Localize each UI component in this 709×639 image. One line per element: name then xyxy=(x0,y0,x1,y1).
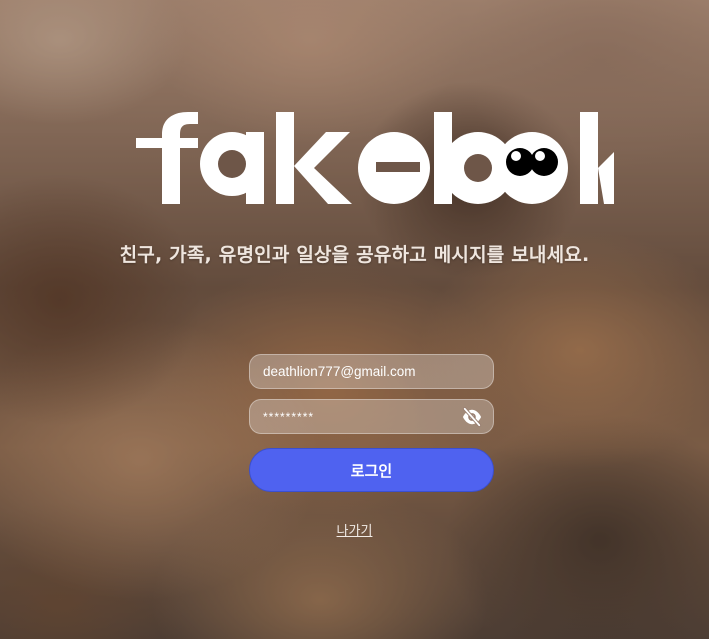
eye-slash-icon[interactable] xyxy=(461,407,483,427)
login-page: 친구, 가족, 유명인과 일상을 공유하고 메시지를 보내세요. 로그인 나가기 xyxy=(0,0,709,639)
fakebook-logo xyxy=(136,112,614,204)
password-field-container xyxy=(249,399,494,434)
login-button[interactable]: 로그인 xyxy=(249,448,494,492)
tagline: 친구, 가족, 유명인과 일상을 공유하고 메시지를 보내세요. xyxy=(119,244,590,266)
email-input[interactable] xyxy=(250,355,493,388)
exit-link[interactable]: 나가기 xyxy=(337,524,373,539)
exit-link-container: 나가기 xyxy=(0,520,709,539)
email-field-container xyxy=(249,354,494,389)
password-input[interactable] xyxy=(250,400,493,433)
